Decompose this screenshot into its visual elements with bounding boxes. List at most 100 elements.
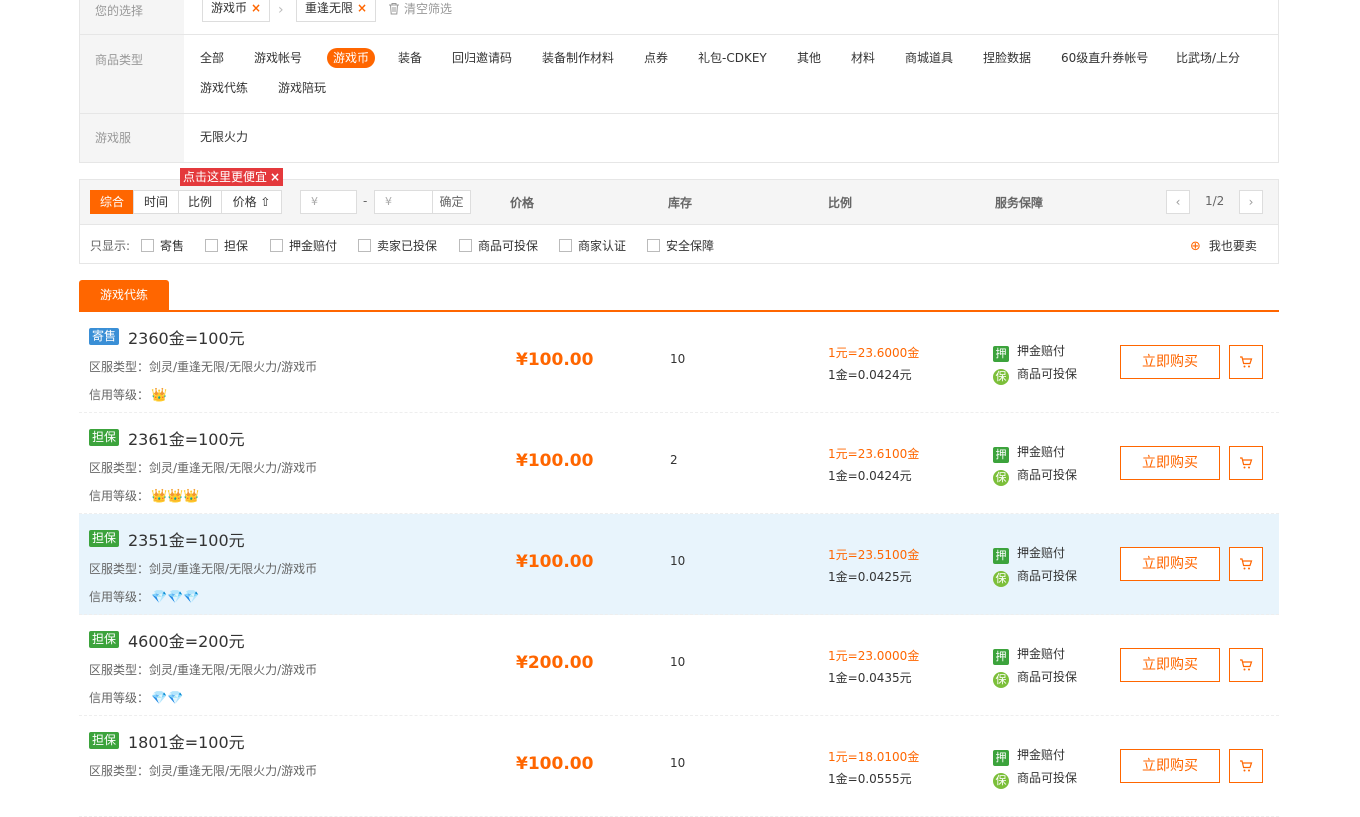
category-gift-cdkey[interactable]: 礼包-CDKEY (698, 48, 767, 68)
pager-prev-button[interactable]: ‹ (1166, 190, 1190, 214)
table-row[interactable]: 担保 2361金=100元 区服类型：剑灵/重逢无限/无限火力/游戏币 信用等级： 👑👑… (79, 413, 1279, 514)
category-vouchers[interactable]: 点券 (644, 48, 668, 68)
listing-title-link[interactable]: 4600金=200元 (128, 628, 245, 652)
close-icon[interactable]: × (357, 1, 367, 15)
add-to-cart-button[interactable] (1229, 345, 1263, 379)
service-insurable: 保商品可投保 (993, 567, 1077, 587)
show-only-label: 只显示: (90, 239, 131, 253)
category-list: 全部 游戏帐号 游戏币 装备 回归邀请码 装备制作材料 点券 礼包-CDKEY … (184, 35, 1278, 113)
selection-label: 您的选择 (80, 0, 184, 34)
server-content: 无限火力 (184, 114, 1278, 162)
service-label: 押金赔付 (1017, 344, 1066, 358)
listing-title-link[interactable]: 1801金=100元 (128, 729, 245, 753)
listing-stock: 10 (670, 655, 686, 669)
service-deposit: 押押金赔付 (993, 645, 1065, 665)
price-min-input[interactable]: ¥ (300, 190, 357, 214)
close-icon[interactable]: × (270, 170, 280, 184)
category-face-data[interactable]: 捏脸数据 (983, 48, 1031, 68)
category-all[interactable]: 全部 (200, 48, 224, 68)
checkbox-deposit[interactable]: 押金赔付 (270, 237, 337, 254)
checkbox-consign[interactable]: 寄售 (141, 237, 184, 254)
service-insurable: 保商品可投保 (993, 769, 1077, 789)
price-confirm-button[interactable]: 确定 (432, 190, 471, 214)
chip-game-currency[interactable]: 游戏币 × (202, 0, 271, 22)
checkbox-box[interactable] (358, 239, 371, 252)
checkbox-box[interactable] (459, 239, 472, 252)
checkbox-box[interactable] (141, 239, 154, 252)
ratio-yuan-to-gold: 1元=23.0000金 (828, 649, 920, 663)
sell-label: 我也要卖 (1208, 239, 1257, 253)
listing-price: ¥100.00 (516, 754, 594, 774)
server-row: 游戏服 无限火力 (80, 114, 1278, 162)
sort-time-button[interactable]: 时间 (133, 190, 179, 214)
service-label: 押金赔付 (1017, 748, 1066, 762)
deposit-icon: 押 (993, 750, 1009, 766)
buy-now-button[interactable]: 立即购买 (1120, 446, 1220, 480)
checkbox-label: 寄售 (160, 239, 185, 253)
server-option-wuxian[interactable]: 无限火力 (200, 127, 248, 147)
category-companion[interactable]: 游戏陪玩 (278, 78, 326, 98)
listing-title-link[interactable]: 2351金=100元 (128, 527, 245, 551)
category-boosting[interactable]: 游戏代练 (200, 78, 248, 98)
checkbox-box[interactable] (647, 239, 660, 252)
checkbox-box[interactable] (559, 239, 572, 252)
buy-now-button[interactable]: 立即购买 (1120, 648, 1220, 682)
checkbox-merchant-verified[interactable]: 商家认证 (559, 237, 626, 254)
ratio-yuan-to-gold: 1元=18.0100金 (828, 750, 920, 764)
checkbox-label: 担保 (224, 239, 249, 253)
deposit-icon: 押 (993, 649, 1009, 665)
clear-filters-button[interactable]: 清空筛选 (388, 0, 452, 17)
sort-ratio-button[interactable]: 比例 (178, 190, 222, 214)
sort-default-button[interactable]: 综合 (90, 190, 134, 214)
table-row[interactable]: 担保 1801金=100元 区服类型：剑灵/重逢无限/无限火力/游戏币 ¥100.00… (79, 716, 1279, 817)
checkbox-guarantee[interactable]: 担保 (205, 237, 248, 254)
service-label: 商品可投保 (1017, 569, 1078, 583)
listing-price: ¥100.00 (516, 451, 594, 471)
buy-now-button[interactable]: 立即购买 (1120, 749, 1220, 783)
category-game-currency[interactable]: 游戏币 (327, 48, 376, 68)
table-row[interactable]: 寄售 2360金=100元 区服类型：剑灵/重逢无限/无限火力/游戏币 信用等级： 👑 ¥… (79, 312, 1279, 413)
checkbox-box[interactable] (270, 239, 283, 252)
listing-title-link[interactable]: 2360金=100元 (128, 325, 245, 349)
checkbox-seller-insured[interactable]: 卖家已投保 (358, 237, 437, 254)
deposit-icon: 押 (993, 447, 1009, 463)
add-to-cart-button[interactable] (1229, 749, 1263, 783)
service-deposit: 押押金赔付 (993, 544, 1065, 564)
category-mall-items[interactable]: 商城道具 (905, 48, 953, 68)
category-arena-rank[interactable]: 比武场/上分 (1176, 48, 1240, 68)
checkbox-label: 安全保障 (666, 239, 715, 253)
tab-boosting[interactable]: 游戏代练 (79, 280, 169, 310)
pager-next-button[interactable]: › (1239, 190, 1263, 214)
sort-price-button[interactable]: 价格 ⇧ (221, 190, 282, 214)
price-max-input[interactable]: ¥ (374, 190, 433, 214)
credit-label: 信用等级： (89, 590, 150, 604)
service-label: 押金赔付 (1017, 546, 1066, 560)
category-invite-code[interactable]: 回归邀请码 (452, 48, 512, 68)
checkbox-box[interactable] (205, 239, 218, 252)
checkbox-security[interactable]: 安全保障 (647, 237, 714, 254)
category-equipment[interactable]: 装备 (398, 48, 422, 68)
category-lv60-account[interactable]: 60级直升券帐号 (1061, 48, 1148, 68)
add-to-cart-button[interactable] (1229, 547, 1263, 581)
checkbox-insurable[interactable]: 商品可投保 (459, 237, 538, 254)
sell-link[interactable]: ⊕ 我也要卖 (1190, 237, 1257, 254)
close-icon[interactable]: × (251, 1, 261, 15)
buy-now-button[interactable]: 立即购买 (1120, 547, 1220, 581)
table-row[interactable]: 担保 4600金=200元 区服类型：剑灵/重逢无限/无限火力/游戏币 信用等级： 💎💎… (79, 615, 1279, 716)
category-other[interactable]: 其他 (797, 48, 821, 68)
tab-bar: 游戏代练 (79, 280, 1279, 312)
service-deposit: 押押金赔付 (993, 342, 1065, 362)
category-materials[interactable]: 材料 (851, 48, 875, 68)
listing-title-link[interactable]: 2361金=100元 (128, 426, 245, 450)
selection-content: 游戏币 × › 重逢无限 × 清空筛选 (184, 0, 1278, 34)
buy-now-button[interactable]: 立即购买 (1120, 345, 1220, 379)
table-row[interactable]: 担保 2351金=100元 区服类型：剑灵/重逢无限/无限火力/游戏币 信用等级： 💎💎… (79, 514, 1279, 615)
add-to-cart-button[interactable] (1229, 446, 1263, 480)
category-game-account[interactable]: 游戏帐号 (254, 48, 302, 68)
column-stock: 库存 (668, 196, 693, 210)
chip-server[interactable]: 重逢无限 × (296, 0, 377, 22)
add-to-cart-button[interactable] (1229, 648, 1263, 682)
listing-region: 区服类型：剑灵/重逢无限/无限火力/游戏币 (89, 764, 318, 778)
checkbox-label: 卖家已投保 (377, 239, 438, 253)
category-crafting-materials[interactable]: 装备制作材料 (542, 48, 614, 68)
